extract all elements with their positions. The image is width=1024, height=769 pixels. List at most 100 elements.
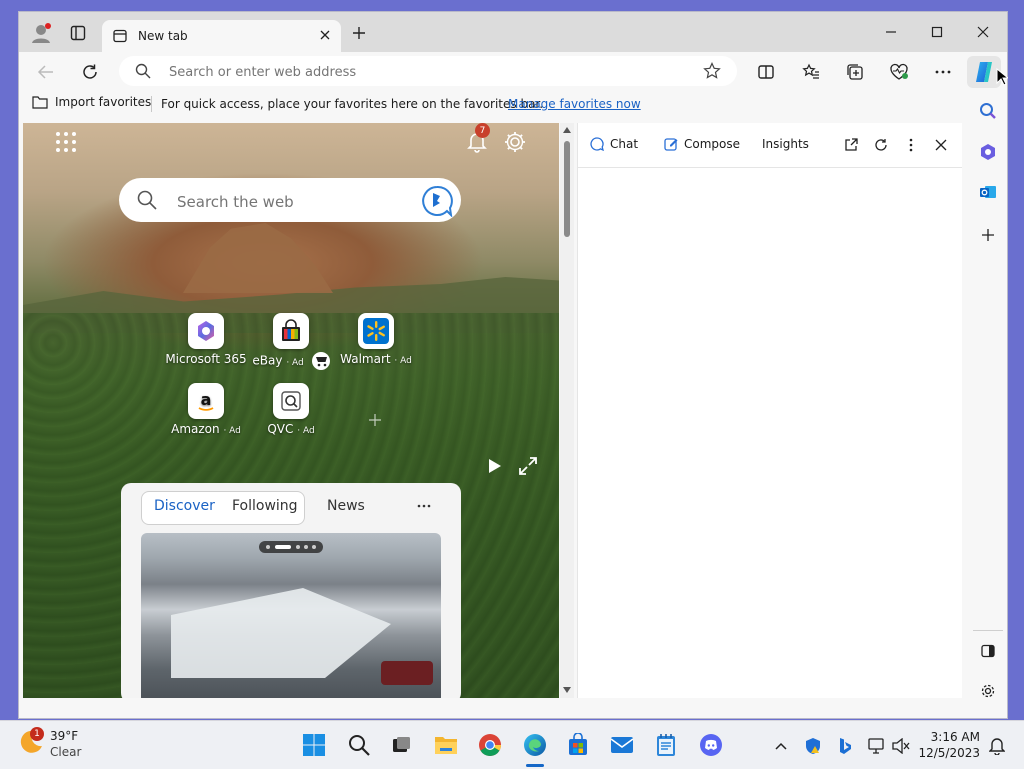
plus-icon	[353, 27, 365, 39]
scroll-down-icon[interactable]	[563, 687, 571, 693]
side-tab-insights[interactable]: Insights	[762, 137, 809, 151]
snowy-slope	[171, 588, 391, 678]
volume-tray-button[interactable]	[890, 735, 912, 757]
app-launcher-icon[interactable]	[53, 129, 79, 155]
discord-button[interactable]	[696, 730, 726, 760]
collections-button[interactable]	[841, 58, 869, 86]
ad-label: · Ad	[286, 357, 304, 368]
profile-button[interactable]	[27, 20, 55, 46]
weather-condition: Clear	[50, 745, 82, 759]
back-button[interactable]	[32, 58, 60, 86]
quick-link-ebay[interactable]: eBay · Ad	[246, 313, 336, 370]
gear-icon[interactable]	[501, 128, 529, 156]
amazon-icon: a	[188, 383, 224, 419]
bing-tray-button[interactable]	[834, 735, 856, 757]
tab-actions-button[interactable]	[64, 20, 92, 46]
network-tray-button[interactable]	[866, 735, 888, 757]
scroll-up-icon[interactable]	[563, 127, 571, 133]
system-clock[interactable]: 3:16 AM 12/5/2023	[918, 729, 980, 761]
bing-icon	[840, 738, 851, 754]
taskbar-search-button[interactable]	[344, 730, 374, 760]
refresh-button[interactable]	[76, 58, 104, 86]
minimize-button[interactable]	[871, 18, 911, 46]
side-more-button[interactable]	[902, 136, 920, 154]
more-horizontal-icon[interactable]	[417, 503, 431, 509]
copilot-icon	[976, 62, 992, 82]
chrome-button[interactable]	[475, 730, 505, 760]
address-bar[interactable]	[119, 56, 737, 86]
feed-tab-discover[interactable]: Discover	[154, 498, 215, 514]
defender-tray-button[interactable]	[802, 735, 824, 757]
play-icon[interactable]	[483, 455, 505, 477]
active-app-indicator	[526, 764, 544, 767]
new-tab-button[interactable]	[345, 20, 373, 46]
split-screen-button[interactable]	[752, 58, 780, 86]
tab-new-tab[interactable]: New tab	[102, 20, 341, 52]
web-search-box[interactable]	[119, 178, 461, 222]
manage-favorites-link[interactable]: Manage favorites now	[508, 97, 641, 111]
tab-close-button[interactable]	[317, 27, 333, 43]
mail-button[interactable]	[607, 730, 637, 760]
mail-icon	[610, 737, 634, 753]
side-refresh-button[interactable]	[872, 136, 890, 154]
store-button[interactable]	[563, 730, 593, 760]
side-tab-chat[interactable]: Chat	[590, 137, 638, 151]
outlook-icon	[980, 186, 996, 198]
maximize-button[interactable]	[917, 18, 957, 46]
sidebar-outlook-button[interactable]	[975, 179, 1001, 205]
web-search-input[interactable]	[175, 190, 419, 214]
quick-link-label: Walmart	[340, 352, 391, 366]
quick-link-microsoft-365[interactable]: Microsoft 365	[161, 313, 251, 366]
favorite-star-icon[interactable]	[703, 62, 721, 83]
search-icon	[980, 103, 996, 119]
file-explorer-button[interactable]	[431, 730, 461, 760]
side-close-button[interactable]	[932, 136, 950, 154]
more-vertical-icon	[909, 138, 913, 152]
notepad-button[interactable]	[651, 730, 681, 760]
address-input[interactable]	[167, 61, 691, 83]
chevron-up-icon	[775, 742, 787, 750]
notification-badge: 7	[475, 123, 490, 138]
task-view-icon	[393, 737, 410, 752]
close-icon	[320, 30, 330, 40]
bing-chat-icon[interactable]	[421, 185, 453, 220]
task-view-button[interactable]	[386, 730, 416, 760]
edge-button[interactable]	[520, 730, 550, 760]
add-quick-link-icon[interactable]	[368, 413, 382, 427]
browser-essentials-button[interactable]	[885, 58, 913, 86]
import-favorites-button[interactable]: Import favorites	[32, 95, 151, 109]
walmart-icon	[358, 313, 394, 349]
show-hidden-icons-button[interactable]	[770, 735, 792, 757]
weather-widget[interactable]: 1 39°F Clear	[16, 727, 81, 759]
sidebar-add-button[interactable]	[975, 222, 1001, 248]
gondola-icon	[381, 661, 433, 685]
feed-tab-news[interactable]: News	[327, 498, 365, 514]
sidebar-settings-button[interactable]	[975, 678, 1001, 704]
divider	[973, 630, 1003, 631]
svg-text:a: a	[201, 390, 212, 409]
carousel-indicator[interactable]	[259, 541, 323, 553]
favorites-button[interactable]	[797, 58, 825, 86]
start-button[interactable]	[299, 730, 329, 760]
browser-toolbar	[19, 52, 1007, 90]
quick-link-qvc[interactable]: QVC · Ad	[246, 383, 336, 436]
page-scrollbar[interactable]	[560, 123, 574, 698]
quick-link-walmart[interactable]: Walmart · Ad	[331, 313, 421, 366]
settings-more-button[interactable]	[929, 58, 957, 86]
sidebar-microsoft-365-button[interactable]	[975, 139, 1001, 165]
open-in-new-tab-button[interactable]	[842, 136, 860, 154]
sidebar-search-button[interactable]	[975, 98, 1001, 124]
weather-temperature: 39°F	[50, 729, 79, 743]
feed-tab-following[interactable]: Following	[232, 498, 298, 514]
minimize-icon	[886, 31, 896, 33]
feed-card-image[interactable]	[141, 533, 441, 698]
window-close-button[interactable]	[963, 18, 1003, 46]
side-tab-compose[interactable]: Compose	[664, 137, 740, 151]
quick-link-amazon[interactable]: a Amazon · Ad	[161, 383, 251, 436]
hide-sidebar-button[interactable]	[975, 638, 1001, 664]
scrollbar-thumb[interactable]	[564, 141, 570, 237]
notification-center-button[interactable]	[986, 735, 1008, 757]
expand-icon[interactable]	[517, 455, 539, 477]
microsoft-365-icon	[188, 313, 224, 349]
weather-badge: 1	[30, 727, 44, 741]
